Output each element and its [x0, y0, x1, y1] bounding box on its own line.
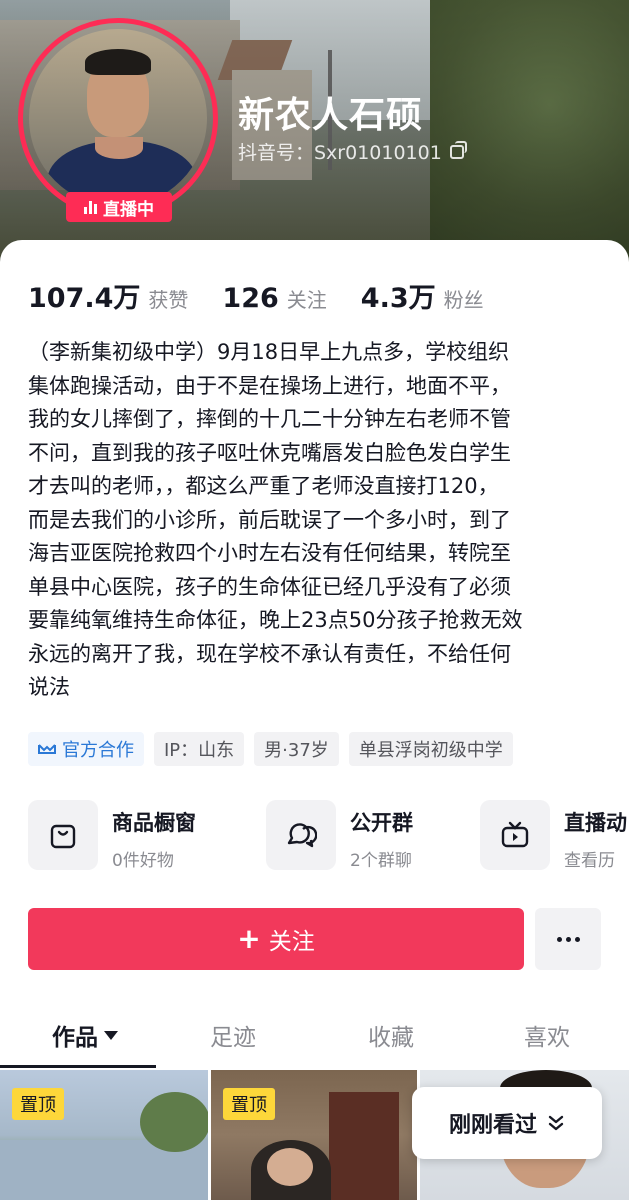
- avatar-hair: [85, 49, 151, 75]
- bio-line: 才去叫的老师，，都这么严重了老师没直接打120，: [28, 474, 499, 498]
- recently-viewed-button[interactable]: 刚刚看过: [412, 1087, 602, 1159]
- bag-icon: [50, 824, 76, 849]
- school-tag[interactable]: 单县浮岗初级中学: [348, 732, 513, 766]
- feature-public-group[interactable]: 公开群 2个群聊: [266, 800, 413, 872]
- stat-label: 获赞: [148, 288, 189, 312]
- tab-footprints[interactable]: 足迹: [210, 1018, 256, 1052]
- stat-label: 粉丝: [443, 288, 484, 312]
- douyin-id-row[interactable]: 抖音号：Sxr01010101: [238, 138, 467, 165]
- pinned-badge: 置顶: [223, 1088, 275, 1120]
- bio-line: 集体跑操活动，由于不是在操场上进行，地面不平，: [28, 373, 511, 398]
- tab-likes[interactable]: 喜欢: [524, 1018, 570, 1052]
- copy-icon[interactable]: [449, 140, 467, 159]
- chat-group-icon: [287, 823, 317, 848]
- feature-icon-box: [480, 800, 550, 870]
- live-badge-label: 直播中: [103, 199, 154, 220]
- tab-favorites[interactable]: 收藏: [368, 1018, 414, 1052]
- live-badge[interactable]: 直播中: [66, 192, 172, 222]
- bio-line: 我的女儿摔倒了，摔倒的十几二十分钟左右老师不管: [28, 407, 511, 431]
- dot-icon: [565, 936, 571, 942]
- follow-button[interactable]: + 关注: [28, 908, 524, 970]
- stat-likes[interactable]: 107.4万 获赞: [28, 276, 188, 315]
- feature-icon-box: [266, 800, 336, 870]
- stats-row: 107.4万 获赞 126 关注 4.3万 粉丝: [28, 276, 518, 315]
- content-tabs: 作品 足迹 收藏 喜欢: [0, 1002, 629, 1068]
- profile-card: 107.4万 获赞 126 关注 4.3万 粉丝 （李新集初级中学）9月18日早…: [0, 240, 629, 1200]
- active-tab-indicator: [0, 1065, 156, 1068]
- tab-works[interactable]: 作品: [52, 1018, 118, 1052]
- feature-title: 商品橱窗: [112, 811, 196, 835]
- feature-subtitle: 查看历: [564, 851, 615, 871]
- bio-line: 要靠纯氧维持生命体征，晚上23点50分孩子抢救无效: [28, 608, 523, 632]
- ip-tag: IP：山东: [154, 732, 245, 766]
- recently-viewed-label: 刚刚看过: [448, 1113, 537, 1138]
- video-thumbnail[interactable]: 置顶: [0, 1070, 208, 1200]
- official-partner-tag[interactable]: 官方合作: [28, 732, 144, 766]
- tab-label: 作品: [52, 1025, 98, 1051]
- thumbnail-tree: [140, 1092, 208, 1152]
- feature-title: 公开群: [350, 811, 413, 835]
- bio-line: 说法: [28, 675, 70, 699]
- feature-subtitle: 0件好物: [112, 851, 174, 871]
- bio-line: 永远的离开了我，现在学校不承认有责任，不给任何: [28, 641, 511, 666]
- double-chevron-down-icon: [548, 1115, 564, 1131]
- bio-line: 单县中心医院，孩子的生命体征已经几乎没有了必须: [28, 574, 511, 599]
- feature-title: 直播动: [564, 811, 627, 835]
- avatar-neck: [95, 137, 143, 159]
- thumbnail-door: [329, 1092, 399, 1200]
- plus-icon: +: [237, 922, 261, 955]
- follow-label: 关注: [268, 929, 315, 955]
- stat-value: 4.3万: [360, 283, 436, 314]
- live-bars-icon: [84, 200, 97, 214]
- dot-icon: [556, 936, 562, 942]
- dot-icon: [574, 936, 580, 942]
- feature-shop-window[interactable]: 商品橱窗 0件好物: [28, 800, 196, 872]
- feature-subtitle: 2个群聊: [350, 851, 412, 871]
- feature-live-history[interactable]: 直播动 查看历: [480, 800, 627, 872]
- official-partner-label: 官方合作: [62, 740, 134, 761]
- video-thumbnail[interactable]: 置顶: [211, 1070, 417, 1200]
- bio-line: 海吉亚医院抢救四个小时左右没有任何结果，转院至: [28, 541, 511, 565]
- more-options-button[interactable]: [535, 908, 601, 970]
- caret-down-icon: [104, 1030, 118, 1040]
- stat-following[interactable]: 126 关注: [222, 283, 326, 314]
- tags-row: 官方合作 IP：山东 男·37岁 单县浮岗初级中学: [28, 732, 513, 766]
- bio-line: 而是去我们的小诊所，前后耽误了一个多小时，到了: [28, 507, 511, 532]
- bio-line: 不问，直到我的孩子呕吐休克嘴唇发白脸色发白学生: [28, 440, 511, 465]
- bio-line: （李新集初级中学）9月18日早上九点多，学校组织: [28, 340, 510, 364]
- feature-row: 商品橱窗 0件好物 公开群 2个群聊 直播动 查看历: [28, 800, 629, 872]
- thumbnail-face: [267, 1148, 313, 1186]
- stat-value: 126: [222, 283, 279, 314]
- pinned-badge: 置顶: [12, 1088, 64, 1120]
- handshake-icon: [38, 744, 56, 754]
- stat-value: 107.4万: [28, 283, 141, 314]
- avatar-live-ring[interactable]: [18, 18, 218, 218]
- avatar[interactable]: [29, 29, 207, 207]
- stat-followers[interactable]: 4.3万 粉丝: [361, 276, 484, 315]
- profile-header: 直播中 新农人石硕 抖音号：Sxr01010101: [0, 0, 629, 262]
- bio-text: （李新集初级中学）9月18日早上九点多，学校组织 集体跑操活动，由于不是在操场上…: [28, 336, 608, 705]
- tv-icon: [501, 821, 529, 848]
- feature-icon-box: [28, 800, 98, 870]
- stat-label: 关注: [286, 288, 327, 312]
- gender-age-tag: 男·37岁: [254, 732, 339, 766]
- douyin-id: 抖音号：Sxr01010101: [238, 142, 442, 164]
- nickname: 新农人石硕: [238, 95, 424, 136]
